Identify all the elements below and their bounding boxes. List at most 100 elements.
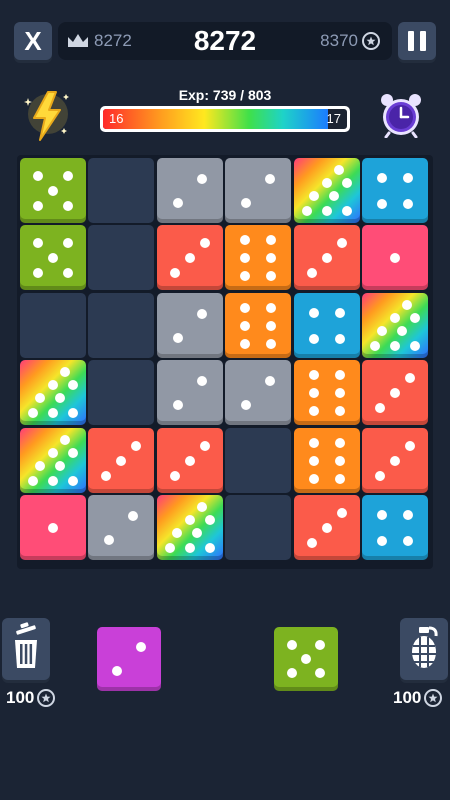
die-pip xyxy=(287,640,297,650)
die-five[interactable] xyxy=(274,627,338,691)
die-pip xyxy=(205,543,215,553)
die-pip xyxy=(337,508,347,518)
die-pip xyxy=(342,206,352,216)
die-pip xyxy=(35,393,45,403)
score-panel: 8272 8272 8370 xyxy=(58,22,392,60)
exp-label: Exp: 739 / 803 xyxy=(178,87,272,103)
empty-cell[interactable] xyxy=(88,158,154,223)
die-seven-rainbow[interactable] xyxy=(294,158,360,223)
empty-cell[interactable] xyxy=(88,360,154,425)
coin-balance-value: 8370 xyxy=(320,31,358,50)
die-two[interactable] xyxy=(97,627,161,691)
die-pip xyxy=(192,528,202,538)
empty-cell[interactable] xyxy=(225,428,291,493)
die-pip xyxy=(322,523,332,533)
die-one[interactable] xyxy=(20,495,86,560)
die-six[interactable] xyxy=(294,428,360,493)
die-pip xyxy=(307,538,317,548)
die-six[interactable] xyxy=(294,360,360,425)
next-piece-a[interactable] xyxy=(97,627,161,691)
die-pip xyxy=(197,376,207,386)
die-pip xyxy=(33,171,43,181)
die-pip xyxy=(375,403,385,413)
die-pip xyxy=(335,474,345,484)
die-pip xyxy=(240,303,250,313)
pause-button[interactable] xyxy=(398,22,436,60)
die-seven-rainbow[interactable] xyxy=(362,293,428,358)
die-two[interactable] xyxy=(225,158,291,223)
die-three[interactable] xyxy=(294,495,360,560)
die-pip xyxy=(48,186,58,196)
empty-cell[interactable] xyxy=(88,225,154,290)
die-pip xyxy=(309,456,319,466)
die-pip xyxy=(301,654,311,664)
die-three[interactable] xyxy=(88,428,154,493)
die-six[interactable] xyxy=(225,225,291,290)
die-two[interactable] xyxy=(157,360,223,425)
die-pip xyxy=(322,253,332,263)
die-pip xyxy=(302,206,312,216)
bomb-button[interactable] xyxy=(400,618,448,680)
die-seven-rainbow[interactable] xyxy=(20,428,86,493)
die-pip xyxy=(337,238,347,248)
die-pip xyxy=(402,300,412,310)
trash-button[interactable] xyxy=(2,618,50,680)
die-pip xyxy=(128,511,138,521)
die-six[interactable] xyxy=(225,293,291,358)
die-pip xyxy=(335,388,345,398)
die-two[interactable] xyxy=(88,495,154,560)
die-seven-rainbow[interactable] xyxy=(20,360,86,425)
die-five[interactable] xyxy=(20,225,86,290)
die-pip xyxy=(322,178,332,188)
die-pip xyxy=(131,441,141,451)
lightning-bolt-icon[interactable] xyxy=(18,86,74,146)
die-pip xyxy=(48,476,58,486)
die-two[interactable] xyxy=(157,158,223,223)
die-three[interactable] xyxy=(362,360,428,425)
die-three[interactable] xyxy=(157,225,223,290)
die-pip xyxy=(403,510,413,520)
empty-cell[interactable] xyxy=(225,495,291,560)
die-three[interactable] xyxy=(294,225,360,290)
die-pip xyxy=(33,238,43,248)
die-five[interactable] xyxy=(20,158,86,223)
die-pip xyxy=(377,510,387,520)
die-seven-rainbow[interactable] xyxy=(157,495,223,560)
die-pip xyxy=(335,334,345,344)
die-three[interactable] xyxy=(362,428,428,493)
die-pip xyxy=(265,174,275,184)
die-four[interactable] xyxy=(294,293,360,358)
die-three[interactable] xyxy=(157,428,223,493)
die-pip xyxy=(315,640,325,650)
die-pip xyxy=(104,535,114,545)
die-pip xyxy=(265,376,275,386)
empty-cell[interactable] xyxy=(88,293,154,358)
die-pip xyxy=(335,456,345,466)
die-pip xyxy=(309,334,319,344)
die-four[interactable] xyxy=(362,495,428,560)
die-pip xyxy=(173,400,183,410)
die-pip xyxy=(329,191,339,201)
next-piece-b[interactable] xyxy=(274,627,338,691)
die-pip xyxy=(60,367,70,377)
die-pip xyxy=(170,471,180,481)
die-pip xyxy=(197,174,207,184)
die-two[interactable] xyxy=(225,360,291,425)
die-one[interactable] xyxy=(362,225,428,290)
die-pip xyxy=(241,198,251,208)
coin-balance: 8370 xyxy=(320,22,380,60)
die-pip xyxy=(240,321,250,331)
empty-cell[interactable] xyxy=(20,293,86,358)
die-four[interactable] xyxy=(362,158,428,223)
die-two[interactable] xyxy=(157,293,223,358)
close-button[interactable]: X xyxy=(14,22,52,60)
die-pip xyxy=(240,235,250,245)
die-pip xyxy=(55,393,65,403)
pause-icon xyxy=(408,31,414,51)
die-pip xyxy=(185,253,195,263)
die-pip xyxy=(101,471,111,481)
die-pip xyxy=(197,502,207,512)
die-pip xyxy=(335,308,345,318)
alarm-clock-icon[interactable] xyxy=(378,92,424,138)
die-pip xyxy=(266,303,276,313)
